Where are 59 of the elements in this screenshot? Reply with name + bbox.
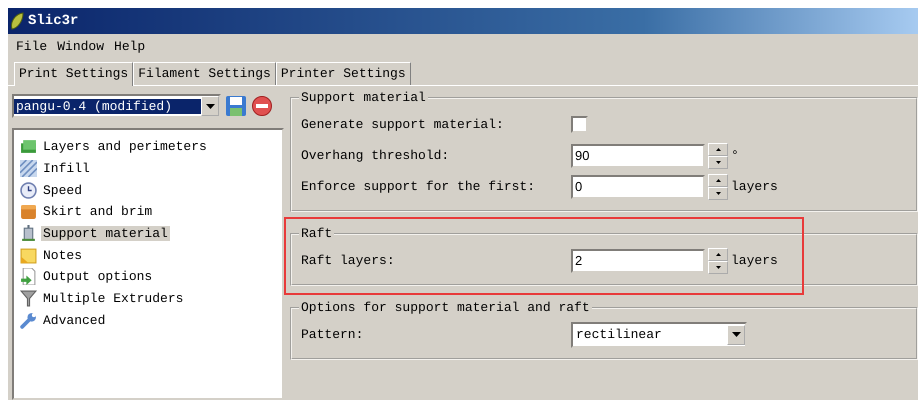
field-label: Enforce support for the first: (301, 179, 536, 194)
up-arrow-icon (716, 252, 720, 256)
spin-down-button[interactable] (708, 260, 728, 274)
group-title: Raft (300, 226, 334, 241)
up-arrow-icon (716, 148, 720, 150)
menu-item[interactable]: Help (110, 38, 150, 54)
tree-item[interactable]: Support material (41, 226, 170, 242)
hatch-icon (20, 160, 37, 178)
down-arrow-icon (716, 266, 720, 268)
pattern-dropdown[interactable]: rectilinear (571, 322, 747, 348)
caret-icon (732, 332, 740, 337)
note-icon (20, 246, 37, 264)
wrench-icon (20, 312, 37, 329)
funnel-icon (20, 290, 37, 308)
spin-up-button[interactable] (708, 248, 728, 260)
tree-item[interactable]: Skirt and brim (41, 204, 154, 220)
tree-item[interactable]: Layers and perimeters (41, 139, 209, 154)
up-arrow-icon (716, 178, 720, 182)
tree-item[interactable]: Speed (41, 182, 84, 198)
down-arrow-icon (716, 192, 720, 194)
field-label: Pattern: (301, 327, 364, 342)
leaf-icon (10, 12, 24, 30)
layers-icon (20, 138, 37, 156)
group-title: Support material (300, 90, 427, 105)
building-icon (20, 225, 37, 242)
tree-item[interactable]: Infill (41, 161, 92, 176)
spin-up-button[interactable] (708, 174, 728, 186)
number-field[interactable]: 2 (571, 248, 705, 272)
caret-icon (206, 104, 214, 108)
unit-label: layers (731, 253, 778, 268)
number-field[interactable]: 90 (571, 144, 705, 168)
unit-label: layers (731, 179, 778, 194)
spin-up-button[interactable] (708, 142, 728, 156)
tree-item[interactable]: Notes (41, 248, 84, 263)
field-label: Raft layers: (301, 253, 396, 268)
down-arrow-icon (716, 160, 720, 164)
delete-icon[interactable] (251, 95, 273, 117)
tab[interactable]: Printer Settings (276, 62, 411, 85)
tree-item[interactable]: Multiple Extruders (41, 291, 186, 306)
tab[interactable]: Filament Settings (133, 62, 276, 85)
export-icon (20, 268, 37, 286)
window-title: Slic3r (28, 13, 78, 29)
number-field[interactable]: 0 (571, 174, 705, 198)
menu-item[interactable]: File (12, 38, 52, 54)
tree-item[interactable]: Advanced (41, 312, 108, 328)
field-label: Overhang threshold: (301, 148, 450, 163)
menu-item[interactable]: Window (53, 38, 108, 54)
save-icon[interactable] (225, 95, 247, 117)
box-icon (20, 203, 37, 220)
tab[interactable]: Print Settings (14, 62, 134, 86)
checkbox[interactable] (571, 116, 588, 133)
tree-item[interactable]: Output options (41, 269, 154, 284)
unit-label: ° (731, 148, 739, 163)
clock-icon (20, 182, 37, 199)
spin-down-button[interactable] (708, 156, 728, 168)
group-title: Options for support material and raft (300, 300, 591, 315)
field-label: Generate support material: (301, 117, 505, 132)
spin-down-button[interactable] (708, 186, 728, 200)
preset-dropdown[interactable]: pangu-0.4 (modified) (12, 94, 221, 118)
